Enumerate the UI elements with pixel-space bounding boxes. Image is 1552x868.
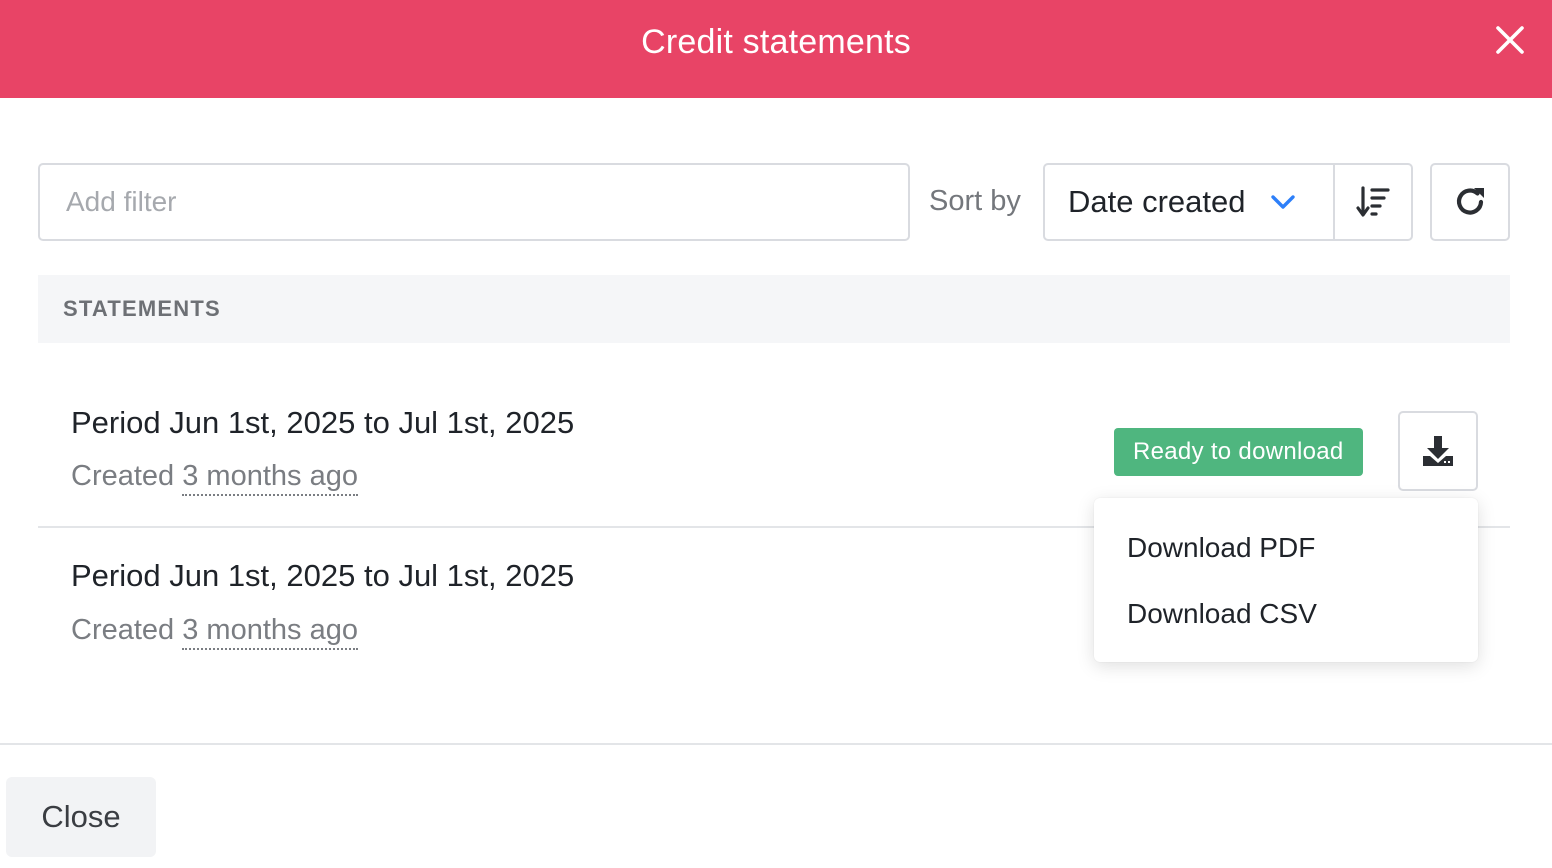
sort-control: Date created — [1043, 163, 1413, 241]
download-format-menu: Download PDF Download CSV — [1094, 498, 1478, 662]
download-icon — [1423, 436, 1453, 466]
refresh-button[interactable] — [1430, 163, 1510, 241]
credit-statements-modal: Credit statements Sort by Date created — [0, 0, 1552, 868]
sort-field-select[interactable]: Date created — [1045, 165, 1335, 239]
created-relative-time[interactable]: 3 months ago — [182, 460, 358, 496]
sort-descending-icon — [1356, 186, 1390, 217]
section-header-label: STATEMENTS — [63, 296, 221, 321]
statement-period: Period Jun 1st, 2025 to Jul 1st, 2025 — [71, 405, 575, 440]
created-relative-time[interactable]: 3 months ago — [182, 614, 358, 650]
filter-input[interactable] — [38, 163, 910, 241]
sort-by-label: Sort by — [929, 185, 1021, 217]
modal-header: Credit statements — [0, 0, 1552, 98]
status-badge: Ready to download — [1114, 428, 1363, 476]
download-button[interactable] — [1398, 411, 1478, 491]
statements-section-header: STATEMENTS — [38, 275, 1510, 343]
sort-direction-button[interactable] — [1335, 165, 1411, 239]
chevron-down-icon — [1270, 195, 1295, 209]
created-prefix: Created — [71, 614, 175, 646]
close-button[interactable]: Close — [6, 777, 156, 857]
footer-divider — [0, 743, 1552, 745]
statement-created: Created 3 months ago — [71, 460, 358, 496]
statement-period: Period Jun 1st, 2025 to Jul 1st, 2025 — [71, 558, 575, 593]
statement-created: Created 3 months ago — [71, 614, 358, 650]
download-csv-item[interactable]: Download CSV — [1094, 584, 1478, 650]
created-prefix: Created — [71, 460, 175, 492]
download-pdf-item[interactable]: Download PDF — [1094, 518, 1478, 584]
modal-title: Credit statements — [641, 22, 911, 61]
close-icon[interactable] — [1494, 24, 1526, 56]
refresh-icon — [1456, 188, 1484, 215]
sort-field-value: Date created — [1068, 184, 1246, 219]
toolbar: Sort by Date created — [38, 163, 1510, 243]
